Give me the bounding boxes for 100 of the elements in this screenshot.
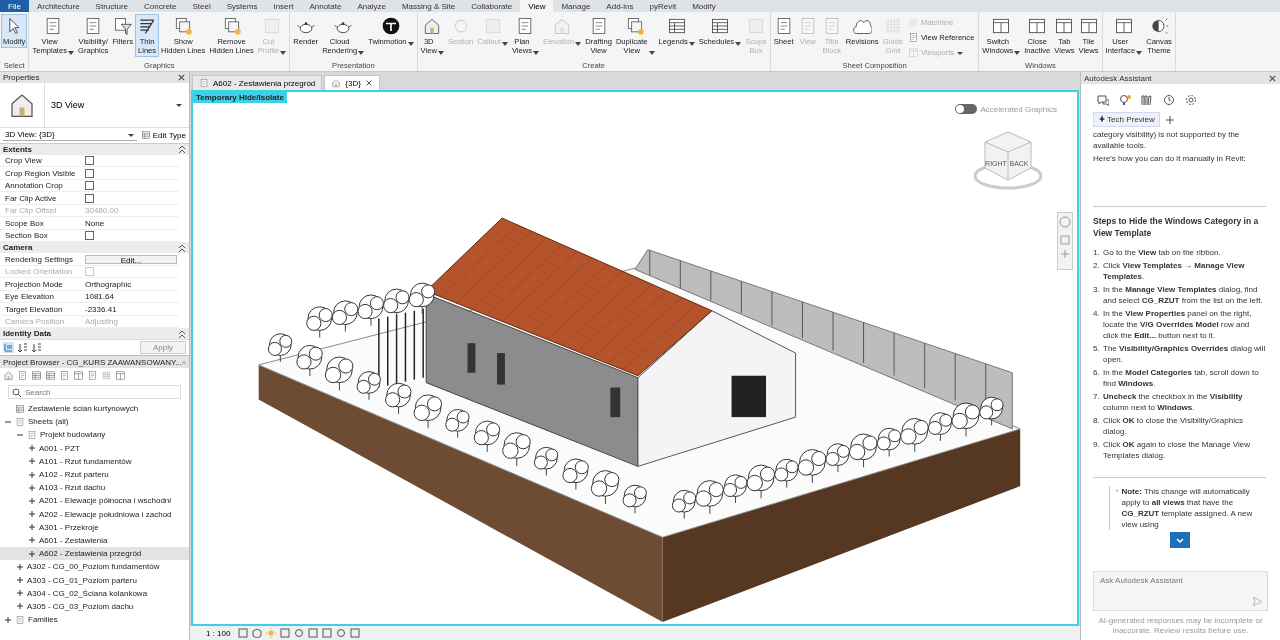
view-tab[interactable]: {3D} [324,75,380,90]
expand-icon[interactable] [16,576,24,585]
search-field[interactable]: Search [8,385,181,399]
table-icon [15,403,25,414]
expand-icon[interactable] [28,523,36,532]
ribbon-tab[interactable]: View [520,0,554,12]
ribbon-tab[interactable]: Modify [684,0,724,12]
ribbon-tab[interactable]: pyRevit [641,0,685,12]
group-header: Camera [3,243,33,253]
property-name: Target Elevation [0,303,80,316]
disc-icon [380,16,401,36]
ribbon-tab[interactable]: Analyze [349,0,394,12]
tree-item[interactable]: A202 - Elewacje południowa i zachod [0,507,189,521]
ribbon-tab[interactable]: Structure [87,0,137,12]
edit-button[interactable]: Edit... [85,254,177,264]
expand-icon[interactable] [16,562,24,571]
checkbox[interactable] [85,156,94,165]
collapse-icon[interactable] [177,144,186,155]
cube-icon[interactable] [252,628,263,638]
square-icon[interactable] [238,628,249,638]
expand-icon[interactable] [28,496,36,505]
message-input[interactable]: Ask Autodesk Assistant [1093,571,1268,611]
tree-item[interactable]: A001 - PZT [0,441,189,455]
sort-icon[interactable] [17,342,28,354]
assistant-tab[interactable]: Tech Preview [1093,112,1160,127]
checkbox[interactable] [85,168,94,178]
books-icon[interactable] [1141,94,1153,106]
ribbon-tab[interactable]: Steel [184,0,219,12]
file-menu-tab[interactable]: File [0,0,29,12]
tree-item[interactable]: A601 - Zestawienia [0,533,189,548]
square-icon[interactable] [280,628,291,638]
add-icon[interactable] [1165,115,1174,124]
view-selector[interactable]: 3D View: {3D} [3,129,137,142]
table-icon[interactable] [31,369,42,381]
tree-item[interactable]: A102 - Rzut parteru [0,467,189,482]
ribbon-tab[interactable]: Annotate [301,0,350,12]
ribbon-tab[interactable]: Massing & Site [393,0,464,12]
expand-icon[interactable] [16,589,24,598]
collapse-icon[interactable] [177,328,186,339]
table-icon[interactable] [45,369,56,381]
expand-icon[interactable] [16,602,24,611]
lightbulb-icon[interactable] [1119,94,1131,106]
tree-item[interactable]: A201 - Elewacje północna i wschodni [0,494,189,508]
checkbox[interactable] [85,193,94,203]
step-number: 7. [1093,391,1101,403]
expand-icon[interactable] [28,470,36,479]
property-value: None [85,218,105,228]
tree-item[interactable]: Zestawienie ścian kurtynowych [0,402,189,416]
history-icon[interactable] [1163,94,1175,106]
circle-icon[interactable] [294,628,305,638]
expand-icon[interactable] [28,510,36,519]
expand-icon[interactable] [28,536,36,545]
square-icon[interactable] [308,628,319,638]
window-icon[interactable] [73,369,84,381]
toggle-switch[interactable] [954,104,977,114]
tree-item[interactable]: A302 - CG_00_Poziom fundamentów [0,560,189,574]
square-icon[interactable] [322,628,333,638]
view-tab[interactable]: A602 - Zestawienia przegród [192,75,323,90]
tree-item[interactable]: A101 - Rzut fundamentów [0,454,189,468]
tree-item[interactable]: A103 - Rzut dachu [0,481,189,495]
property-name: Locked Orientation [0,265,80,279]
ribbon-tab[interactable]: Concrete [136,0,185,12]
tree-item[interactable]: Families [0,613,189,627]
collapse-icon[interactable] [177,242,186,253]
ribbon-tab[interactable]: Insert [265,0,302,12]
ribbon-tab[interactable]: Architecture [28,0,88,12]
step-text: The Visibility/Graphics Overrides dialog will open. [1103,343,1266,365]
ribbon-tab[interactable]: Collaborate [463,0,521,12]
property-name: Far Clip Offset [0,204,80,218]
ribbon-tab[interactable]: Manage [553,0,599,12]
tree-item[interactable]: A602 - Zestawienia przegród [0,547,189,561]
close-icon[interactable] [364,79,373,87]
checkbox[interactable] [85,181,94,190]
tree-item[interactable]: A305 - CG_03_Poziom dachu [0,599,189,613]
tree-item[interactable]: Sheets (all) [0,415,189,429]
scale-selector[interactable]: 1 : 100 [202,628,235,638]
close-icon[interactable] [177,73,186,82]
expand-icon[interactable] [4,615,12,624]
window-icon[interactable] [115,369,126,381]
close-icon[interactable] [1268,73,1277,83]
edit-type-button[interactable]: Edit Type [140,130,186,141]
tree-item[interactable]: A301 - Przekroje [0,520,189,534]
settings-icon[interactable] [1185,94,1197,106]
ribbon-tab[interactable]: Add-ins [598,0,642,12]
expand-icon[interactable] [28,549,36,558]
checkbox[interactable] [85,231,94,240]
tree-item[interactable]: A303 - CG_01_Poziom parteru [0,573,189,587]
square-icon[interactable] [350,628,361,638]
chat-icon[interactable] [1097,94,1109,106]
message-text: category visibility) is not supported by the available tools. [1093,129,1241,151]
tree-item[interactable]: Projekt budowlany [0,428,189,442]
sort-icon[interactable] [31,342,42,354]
expand-icon[interactable] [28,444,36,453]
expand-icon[interactable] [28,483,36,492]
step-text: In the View Properties panel on the right, locate the V/G Overrides Model row and click the Edit... button next to it. [1103,308,1253,341]
circle-icon[interactable] [336,628,347,638]
tree-item[interactable]: A304 - CG_02_Ściana kolankowa [0,586,189,600]
expand-icon[interactable] [28,457,36,466]
scroll-down-button[interactable] [1169,532,1190,548]
ribbon-tab[interactable]: Systems [218,0,266,12]
